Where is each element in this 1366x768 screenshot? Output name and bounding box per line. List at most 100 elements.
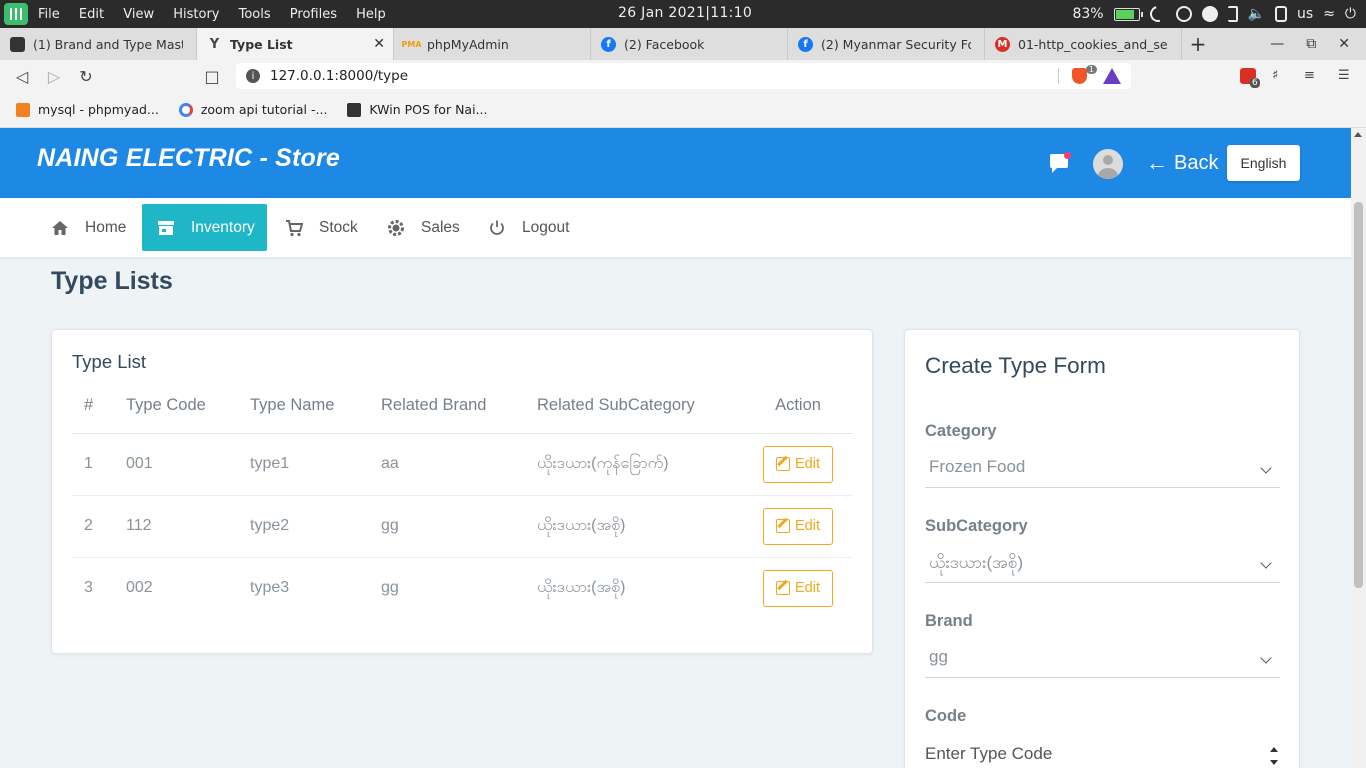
bookmark-icon[interactable]: □ xyxy=(196,67,228,86)
bookmark-zoom-api[interactable]: zoom api tutorial -... xyxy=(178,102,327,117)
brand-value: gg xyxy=(929,647,948,666)
google-icon xyxy=(178,102,193,117)
night-mode-icon[interactable] xyxy=(1146,3,1169,25)
menu-stock[interactable]: Stock xyxy=(276,204,372,251)
app-favicon-icon: Y xyxy=(209,36,220,52)
cart-icon xyxy=(285,219,304,237)
tab-brand-type[interactable]: (1) Brand and Type Master D xyxy=(0,28,197,60)
tab-title: 01-http_cookies_and_sessio xyxy=(1018,36,1168,52)
back-label: Back xyxy=(1174,151,1219,174)
battery-icon[interactable] xyxy=(1113,7,1143,21)
cell-type-code: 002 xyxy=(126,579,153,597)
cell-related-brand: gg xyxy=(381,579,399,597)
subcategory-label: SubCategory xyxy=(925,517,1028,535)
tab-facebook[interactable]: f (2) Facebook xyxy=(591,28,788,60)
edit-button[interactable]: Edit xyxy=(763,445,833,483)
restore-icon[interactable]: ⧉ xyxy=(1306,36,1316,52)
edit-label: Edit xyxy=(795,456,820,472)
phpmyadmin-icon: PMA xyxy=(401,39,422,49)
hamburger-menu-icon[interactable]: ☰ xyxy=(1338,68,1350,83)
menu-file[interactable]: File xyxy=(38,7,60,22)
new-tab-button[interactable]: + xyxy=(1182,28,1214,60)
chevron-down-icon xyxy=(1260,652,1272,664)
edit-button[interactable]: Edit xyxy=(763,507,833,545)
tab-title: (1) Brand and Type Master D xyxy=(33,36,183,52)
tab-http-cookies[interactable]: M 01-http_cookies_and_sessio xyxy=(985,28,1182,60)
cell-related-subcategory: ယိုးဒယား(ကုန်ခြောက်) xyxy=(525,433,743,496)
cell-type-name: type2 xyxy=(238,495,369,558)
menu-tools[interactable]: Tools xyxy=(239,7,271,22)
tab-title: Type List xyxy=(230,36,293,52)
menu-help[interactable]: Help xyxy=(356,7,386,22)
cell-type-code: 001 xyxy=(114,433,238,496)
arrow-left-icon: ← xyxy=(1146,150,1168,175)
battery-percent: 83% xyxy=(1072,6,1104,22)
cell-related-brand: aa xyxy=(369,433,525,496)
tab-phpmyadmin[interactable]: PMA phpMyAdmin xyxy=(394,28,591,60)
number-spinner-icon[interactable] xyxy=(1270,747,1278,767)
code-label: Code xyxy=(925,707,967,725)
tab-myanmar-security-forum[interactable]: f (2) Myanmar Security Forum xyxy=(788,28,985,60)
address-bar[interactable]: i 127.0.0.1:8000/type 1 xyxy=(236,63,1131,89)
menu-sales[interactable]: Sales xyxy=(378,204,474,251)
menu-label: Sales xyxy=(421,218,460,236)
wifi-icon[interactable]: ≈ xyxy=(1323,6,1335,22)
cell-action: Edit xyxy=(743,495,853,558)
reload-icon[interactable]: ↻ xyxy=(70,67,102,86)
category-select[interactable]: Frozen Food xyxy=(925,452,1280,488)
clock[interactable]: 26 Jan 2021|11:10 xyxy=(618,5,752,21)
brand-select[interactable]: gg xyxy=(925,642,1280,678)
pause-icon[interactable] xyxy=(1175,6,1192,22)
type-table: # Type Code Type Name Related Brand Rela… xyxy=(72,378,853,619)
table-row: 3 002 type3 gg ယိုးဒယား(အစို) Edit xyxy=(72,557,853,619)
tab-type-list[interactable]: Y Type List ✕ xyxy=(197,28,394,60)
menu-view[interactable]: View xyxy=(123,7,154,22)
keyboard-layout[interactable]: us xyxy=(1297,6,1313,22)
power-icon xyxy=(488,219,506,237)
puzzle-icon[interactable]: ♯ xyxy=(1272,68,1278,83)
bookmark-kwin-pos[interactable]: KWin POS for Nai... xyxy=(347,102,487,117)
clipboard-icon[interactable] xyxy=(1275,6,1288,22)
facebook-icon: f xyxy=(798,36,813,52)
window-controls: — ⧉ ✕ xyxy=(1270,28,1366,60)
forward-icon[interactable]: ▷ xyxy=(38,67,70,86)
url-text[interactable]: 127.0.0.1:8000/type xyxy=(270,68,408,84)
cell-number: 3 xyxy=(84,579,93,597)
brave-shields-icon[interactable] xyxy=(1072,68,1087,84)
chevron-down-icon xyxy=(1260,557,1272,569)
power-menu-icon[interactable]: ⏻ xyxy=(1345,6,1356,22)
type-code-input[interactable]: Enter Type Code xyxy=(925,739,1280,768)
menu-inventory[interactable]: Inventory xyxy=(142,204,267,251)
menu-history[interactable]: History xyxy=(173,7,219,22)
close-tab-icon[interactable]: ✕ xyxy=(373,36,385,52)
volume-icon[interactable]: 🔈 xyxy=(1248,6,1265,22)
avatar[interactable] xyxy=(1093,149,1123,179)
language-button[interactable]: English xyxy=(1227,145,1300,181)
edit-button[interactable]: Edit xyxy=(763,569,833,607)
close-window-icon[interactable]: ✕ xyxy=(1338,36,1350,52)
j-app-icon[interactable] xyxy=(1227,6,1238,22)
col-action: Action xyxy=(743,378,853,434)
scroll-up-icon[interactable] xyxy=(1354,132,1362,137)
minimize-icon[interactable]: — xyxy=(1270,36,1284,52)
app-brand[interactable]: NAING ELECTRIC - Store xyxy=(37,144,340,173)
menu-edit[interactable]: Edit xyxy=(79,7,104,22)
brave-rewards-icon[interactable] xyxy=(1103,68,1121,84)
bookmark-mysql[interactable]: mysql - phpmyad... xyxy=(16,102,159,117)
menu-home[interactable]: Home xyxy=(42,204,140,251)
menu-logout[interactable]: Logout xyxy=(479,204,583,251)
system-tray: 83% 🔈 us ≈ ⏻ xyxy=(1072,0,1356,28)
check-icon[interactable] xyxy=(1201,6,1218,22)
page-scrollbar[interactable] xyxy=(1351,128,1366,768)
cell-action: Edit xyxy=(743,557,853,619)
site-info-icon[interactable]: i xyxy=(246,69,260,83)
menu-profiles[interactable]: Profiles xyxy=(290,7,337,22)
media-icon[interactable]: ≡ xyxy=(1304,68,1315,83)
back-button[interactable]: ← Back xyxy=(1146,150,1218,176)
os-menu: File Edit View History Tools Profiles He… xyxy=(38,7,401,22)
back-icon[interactable]: ◁ xyxy=(6,67,38,86)
cell-type-name: type1 xyxy=(238,433,369,496)
scrollbar-thumb[interactable] xyxy=(1354,202,1363,588)
app-launcher-icon[interactable] xyxy=(4,3,28,25)
subcategory-select[interactable]: ယိုးဒယား(အစို) xyxy=(925,547,1280,583)
